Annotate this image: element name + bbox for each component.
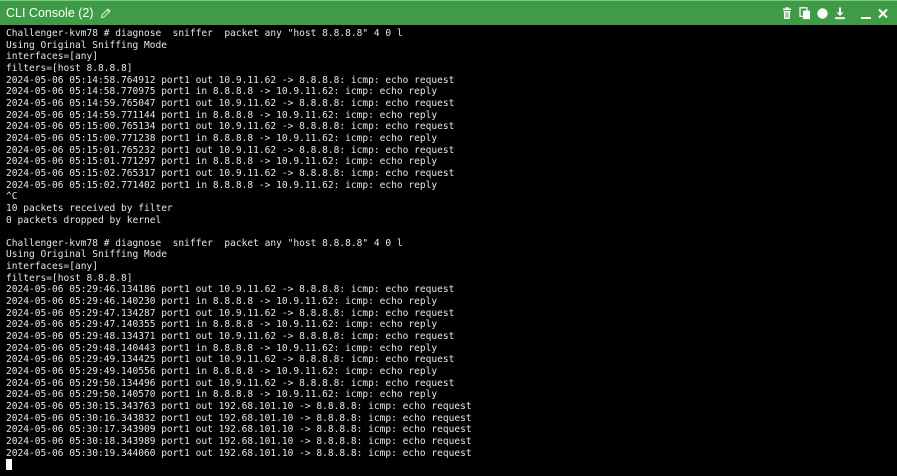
terminal-line: 2024-05-06 05:15:00.765134 port1 out 10.… [6,121,455,133]
terminal-line: interfaces=[any] [6,51,98,63]
trash-icon[interactable] [779,5,795,21]
window-actions [779,1,891,25]
terminal-line: interfaces=[any] [6,261,98,273]
terminal-line: 2024-05-06 05:29:48.140443 port1 in 8.8.… [6,342,438,354]
terminal-line: 2024-05-06 05:14:58.764912 port1 out 10.… [6,74,455,86]
terminal-line: 2024-05-06 05:15:01.771297 port1 in 8.8.… [6,156,438,168]
terminal-line: 2024-05-06 05:14:59.771144 port1 in 8.8.… [6,109,438,121]
terminal-line: 2024-05-06 05:30:16.343832 port1 out 192… [6,412,472,424]
terminal-line: Challenger-kvm78 # diagnose sniffer pack… [6,237,403,249]
terminal-line: 2024-05-06 05:29:50.140570 port1 in 8.8.… [6,389,438,401]
terminal-line: 2024-05-06 05:29:46.134186 port1 out 10.… [6,284,455,296]
terminal-line: 2024-05-06 05:15:01.765232 port1 out 10.… [6,144,455,156]
terminal-line: 2024-05-06 05:15:02.765317 port1 out 10.… [6,167,455,179]
terminal-line: 10 packets received by filter [6,202,173,214]
terminal-line: filters=[host 8.8.8.8] [6,62,133,74]
terminal-line: 2024-05-06 05:29:47.134287 port1 out 10.… [6,307,455,319]
terminal-output-area[interactable]: Challenger-kvm78 # diagnose sniffer pack… [0,25,897,476]
terminal-line: 2024-05-06 05:29:50.134496 port1 out 10.… [6,377,455,389]
terminal-line: Challenger-kvm78 # diagnose sniffer pack… [6,28,403,39]
copy-icon[interactable] [797,5,813,21]
text-cursor [6,459,12,471]
terminal-line: 2024-05-06 05:14:58.770975 port1 in 8.8.… [6,86,438,98]
download-icon[interactable] [832,5,848,21]
title-bar: CLI Console (2) [0,0,897,25]
terminal-text: Challenger-kvm78 # diagnose sniffer pack… [6,28,472,471]
terminal-line: 2024-05-06 05:15:00.771238 port1 in 8.8.… [6,132,438,144]
terminal-line: 2024-05-06 05:30:15.343763 port1 out 192… [6,401,472,412]
terminal-line: 2024-05-06 05:29:48.134371 port1 out 10.… [6,331,455,343]
terminal-line: 2024-05-06 05:29:47.140355 port1 in 8.8.… [6,319,438,331]
terminal-line: Using Original Sniffing Mode [6,249,167,261]
minimize-icon[interactable] [858,5,874,21]
terminal-line: 2024-05-06 05:30:19.344060 port1 out 192… [6,447,472,459]
pencil-icon[interactable] [99,6,113,20]
terminal-line: Using Original Sniffing Mode [6,39,167,51]
cli-console-window: CLI Console (2) Challenger-kvm78 # diagn… [0,0,897,476]
prompt-line[interactable] [6,459,472,471]
terminal-line: 2024-05-06 05:15:02.771402 port1 in 8.8.… [6,179,438,191]
terminal-line: 2024-05-06 05:29:46.140230 port1 in 8.8.… [6,296,438,308]
terminal-line: filters=[host 8.8.8.8] [6,272,133,284]
terminal-line: 2024-05-06 05:29:49.134425 port1 out 10.… [6,354,455,366]
record-icon[interactable] [814,5,830,21]
window-title: CLI Console (2) [6,6,94,20]
terminal-line: 2024-05-06 05:30:18.343989 port1 out 192… [6,435,472,447]
terminal-line: 0 packets dropped by kernel [6,214,162,226]
close-icon[interactable] [875,5,891,21]
terminal-line: 2024-05-06 05:14:59.765047 port1 out 10.… [6,97,455,109]
terminal-line: ^C [6,191,18,203]
terminal-line: 2024-05-06 05:30:17.343909 port1 out 192… [6,424,472,436]
terminal-line: 2024-05-06 05:29:49.140556 port1 in 8.8.… [6,366,438,378]
